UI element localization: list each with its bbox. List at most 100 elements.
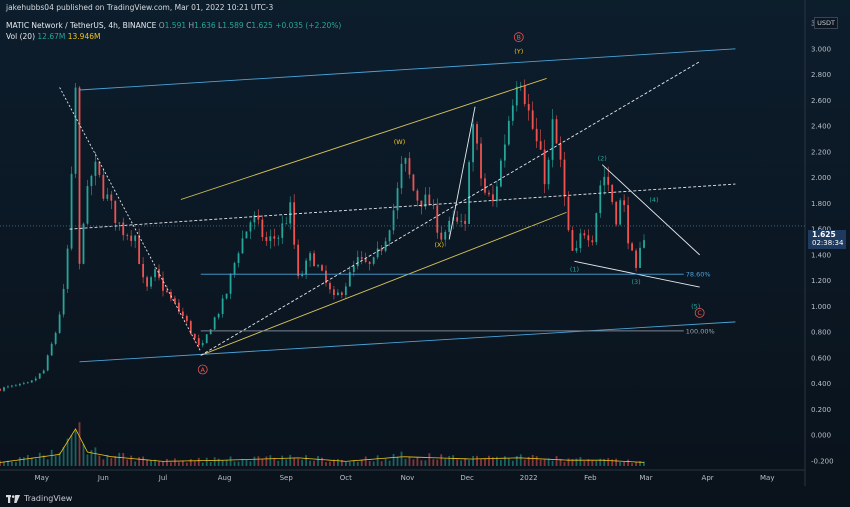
- candle-body: [559, 143, 562, 160]
- candle-body: [197, 338, 200, 346]
- ohlc-change: +0.035 (+2.20%): [275, 21, 342, 30]
- candle-body: [376, 248, 379, 258]
- candle-body: [158, 269, 160, 278]
- candle-body: [7, 386, 9, 388]
- volume-bar: [269, 455, 272, 466]
- candle-body: [329, 282, 331, 290]
- candle-body: [476, 124, 478, 144]
- volume-bar: [221, 460, 224, 466]
- candle-body: [440, 232, 443, 240]
- candle-body: [464, 220, 467, 224]
- volume-bar: [253, 456, 256, 466]
- candle-body: [496, 186, 498, 202]
- candle-body: [98, 161, 101, 175]
- chart-area[interactable]: 3.2003.0002.8002.6002.4002.2002.0001.800…: [0, 0, 850, 507]
- volume-bar: [297, 458, 300, 466]
- volume-bar: [329, 461, 331, 466]
- x-tick-label: Jun: [97, 474, 109, 482]
- ohlc-open: 1.591: [164, 21, 187, 30]
- footer-brand[interactable]: TradingView: [6, 494, 72, 503]
- volume-bar: [348, 461, 351, 466]
- candle-body: [555, 119, 558, 144]
- volume-bar: [404, 458, 407, 466]
- volume-bar: [595, 460, 598, 466]
- x-tick-label: Feb: [584, 474, 597, 482]
- volume-bar: [54, 456, 57, 466]
- candle-body: [42, 370, 45, 374]
- candle-body: [615, 201, 618, 225]
- fib-level-label: 100.00%: [686, 327, 715, 335]
- candle-body: [150, 277, 152, 287]
- wave-label: B: [517, 33, 521, 41]
- wave-label: A: [201, 366, 206, 374]
- x-tick-label: Aug: [218, 474, 232, 482]
- volume-bar: [50, 449, 53, 466]
- candle-body: [221, 298, 224, 314]
- candle-body: [515, 86, 518, 106]
- volume-bar: [15, 462, 17, 466]
- candle-body: [404, 158, 407, 164]
- volume-bar: [468, 460, 470, 466]
- volume-bar: [488, 455, 490, 466]
- candle-body: [86, 186, 89, 224]
- volume-bar: [388, 460, 391, 466]
- candle-body: [523, 85, 526, 104]
- volume-bar: [166, 458, 168, 466]
- volume-bar: [567, 458, 570, 466]
- currency-badge[interactable]: USDT: [814, 17, 838, 29]
- candle-body: [428, 194, 431, 206]
- y-tick-label: 1.800: [811, 200, 831, 208]
- volume-bar: [281, 455, 284, 466]
- volume-label[interactable]: Vol (20): [6, 32, 35, 41]
- candle-body: [460, 220, 463, 222]
- volume-bar: [237, 461, 240, 466]
- volume-bar: [285, 459, 288, 466]
- candle-body: [257, 215, 260, 220]
- volume-bar: [380, 461, 383, 466]
- candle-body: [30, 380, 33, 383]
- candle-body: [102, 174, 105, 199]
- candle-body: [297, 244, 300, 277]
- symbol-name[interactable]: MATIC Network / TetherUS, 4h, BINANCE: [6, 21, 156, 30]
- candle-body: [245, 231, 248, 239]
- y-tick-label: 0.600: [811, 354, 831, 362]
- x-tick-label: Nov: [401, 474, 415, 482]
- volume-bar: [301, 459, 304, 466]
- volume-bar: [400, 451, 403, 466]
- candle-body: [265, 237, 268, 241]
- candle-body: [237, 253, 240, 264]
- volume-bar: [229, 456, 232, 466]
- volume-bar: [432, 459, 435, 466]
- candle-body: [114, 200, 117, 223]
- volume-bar: [412, 459, 415, 466]
- volume-bar: [583, 461, 586, 466]
- candle-body: [122, 222, 125, 236]
- volume-bar: [225, 459, 228, 466]
- y-tick-label: 2.200: [811, 148, 831, 156]
- candle-body: [209, 329, 212, 335]
- volume-bar: [158, 461, 160, 466]
- chart-background: [0, 0, 850, 507]
- volume-bar: [30, 458, 33, 466]
- price-chart-svg[interactable]: 3.2003.0002.8002.6002.4002.2002.0001.800…: [0, 0, 850, 507]
- x-tick-label: Mar: [639, 474, 652, 482]
- volume-bar: [293, 457, 296, 466]
- volume-bar: [146, 459, 148, 466]
- volume-bar: [233, 461, 236, 466]
- volume-bar: [424, 460, 427, 466]
- volume-bar: [464, 458, 467, 466]
- volume-bar: [460, 460, 463, 466]
- volume-bar: [205, 457, 208, 466]
- volume-bar: [94, 447, 97, 466]
- candle-body: [583, 233, 586, 236]
- volume-bar: [134, 461, 137, 466]
- volume-bar: [130, 455, 133, 466]
- candle-body: [289, 202, 292, 224]
- candle-body: [503, 144, 506, 161]
- volume-bar: [619, 461, 622, 466]
- candle-body: [38, 373, 41, 379]
- candle-body: [575, 247, 578, 251]
- candle-body: [185, 315, 188, 322]
- fib-level-label: 78.60%: [686, 271, 711, 279]
- candle-body: [225, 293, 228, 299]
